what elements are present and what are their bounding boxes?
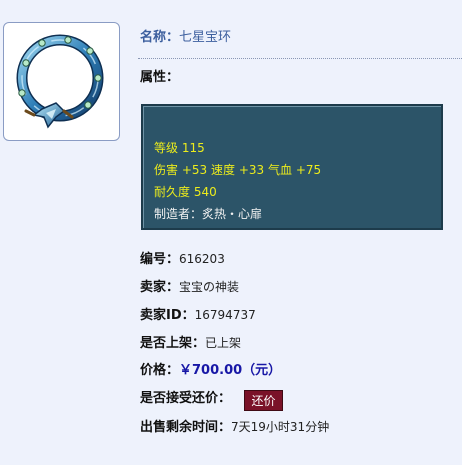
bargain-row: 是否接受还价： [140,391,231,407]
bargain-label: 是否接受还价： [140,391,232,406]
listing-id-value: 616203 [179,252,225,266]
divider [138,58,462,59]
price-row: 价格：￥700.00（元） [140,363,281,379]
time-left-label: 出售剩余时间： [140,420,232,435]
attr-speed-label: 速度 [211,163,236,177]
attr-maker-line: 制造者：炙热・心扉 [154,203,262,225]
bargain-button[interactable]: 还价 [244,390,283,411]
listing-id-label: 编号： [140,252,180,267]
attributes-header: 属性： [140,70,179,86]
attr-damage-label: 伤害 [154,163,179,177]
attr-hp-value: +75 [295,163,322,177]
attr-maker-value: 炙热・心扉 [202,207,263,221]
item-name: 七星宝环 [179,30,232,45]
attr-maker-label: 制造者： [154,207,203,221]
price-value: ￥700.00（元） [179,363,282,378]
attr-durability-value: 540 [193,185,217,199]
attr-level-label: 等级 [154,141,179,155]
attr-level-line: 等级 115 [154,137,205,159]
attr-damage-value: +53 [181,163,208,177]
time-left-row: 出售剩余时间：7天19小时31分钟 [140,419,329,436]
listing-id-row: 编号：616203 [140,251,225,268]
seller-id-row: 卖家ID：16794737 [140,307,256,324]
item-name-row: 名称：七星宝环 [140,30,231,46]
attr-stats-line: 伤害 +53 速度 +33 气血 +75 [154,159,321,181]
attr-hp-label: 气血 [268,163,293,177]
seller-id-value: 16794737 [194,308,256,322]
seller-row: 卖家：宝宝の神装 [140,279,239,296]
seller-label: 卖家： [140,280,180,295]
listed-status-label: 是否上架： [140,336,206,351]
seller-value: 宝宝の神装 [179,280,240,294]
price-label: 价格： [140,363,180,378]
listed-status-row: 是否上架：已上架 [140,335,241,352]
item-name-label: 名称： [140,30,180,45]
attr-durability-line: 耐久度 540 [154,181,217,203]
attr-durability-label: 耐久度 [154,185,191,199]
listed-status-value: 已上架 [205,336,242,350]
attributes-panel: 等级 115 伤害 +53 速度 +33 气血 +75 耐久度 540 制造者：… [141,104,443,230]
attr-speed-value: +33 [238,163,265,177]
seller-id-label: 卖家ID： [140,308,195,323]
time-left-value: 7天19小时31分钟 [231,420,330,434]
ring-bracelet-icon [16,34,104,129]
attr-level-value: 115 [181,141,205,155]
attributes-label: 属性： [140,70,180,85]
item-thumbnail [3,22,120,141]
